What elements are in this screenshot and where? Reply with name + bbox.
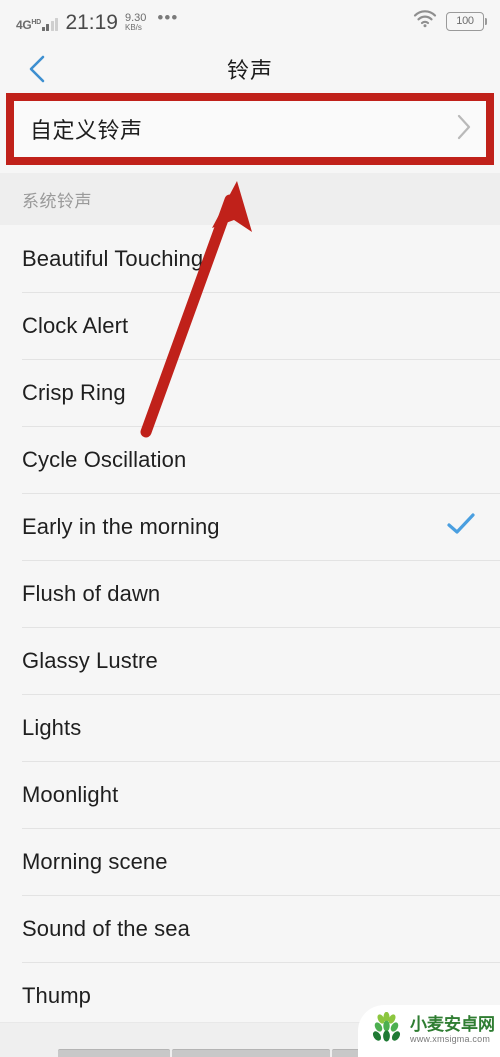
ringtone-name: Beautiful Touching <box>22 245 204 271</box>
status-clock: 21:19 <box>65 10 118 34</box>
ringtone-list: Beautiful Touching Clock Alert Crisp Ring C… <box>0 225 500 1029</box>
ringtone-row[interactable]: Lights <box>0 694 500 761</box>
nav-bar-segment-left[interactable] <box>58 1049 170 1057</box>
checkmark-icon <box>446 512 476 541</box>
ringtone-row[interactable]: Crisp Ring <box>0 359 500 426</box>
ringtone-row[interactable]: Sound of the sea <box>0 895 500 962</box>
ringtone-name: Cycle Oscillation <box>22 446 187 472</box>
ringtone-row[interactable]: Beautiful Touching <box>0 225 500 292</box>
ringtone-row[interactable]: Cycle Oscillation <box>0 426 500 493</box>
more-icon: ••• <box>157 7 179 27</box>
ringtone-row[interactable]: Glassy Lustre <box>0 627 500 694</box>
network-type-label: 4GHD <box>16 17 41 32</box>
ringtone-name: Moonlight <box>22 781 119 807</box>
phone-screen: 4GHD 21:19 9.30 KB/s ••• 100 铃声 自定义铃声 系统… <box>0 0 500 1057</box>
status-bar: 4GHD 21:19 9.30 KB/s ••• 100 <box>0 0 500 42</box>
ringtone-name: Sound of the sea <box>22 915 190 941</box>
site-watermark: 小麦安卓网 www.xmsigma.com <box>358 1005 500 1057</box>
ringtone-row[interactable]: Moonlight <box>0 761 500 828</box>
battery-icon: 100 <box>446 11 487 31</box>
data-speed-unit: KB/s <box>125 23 142 33</box>
ringtone-name: Early in the morning <box>22 513 220 539</box>
title-bar: 铃声 <box>0 42 500 94</box>
data-speed-indicator: 9.30 KB/s <box>125 12 146 33</box>
ringtone-row[interactable]: Morning scene <box>0 828 500 895</box>
ringtone-name: Flush of dawn <box>22 580 161 606</box>
ringtone-name: Glassy Lustre <box>22 647 158 673</box>
watermark-url: www.xmsigma.com <box>410 1034 491 1045</box>
ringtone-row[interactable]: Clock Alert <box>0 292 500 359</box>
watermark-title: 小麦安卓网 <box>410 1015 495 1036</box>
ringtone-name: Thump <box>22 982 91 1008</box>
wifi-icon <box>412 9 438 33</box>
signal-strength-icon <box>41 17 59 31</box>
ringtone-name: Clock Alert <box>22 312 129 338</box>
ringtone-row[interactable]: Flush of dawn <box>0 560 500 627</box>
custom-ringtone-row[interactable]: 自定义铃声 <box>14 101 486 157</box>
ringtone-row[interactable]: Early in the morning <box>0 493 500 560</box>
custom-ringtone-label: 自定义铃声 <box>30 119 143 144</box>
wheat-logo-icon <box>370 1011 404 1051</box>
section-header-system-ringtones: 系统铃声 <box>0 173 500 225</box>
ringtone-name: Crisp Ring <box>22 379 126 405</box>
section-header-label: 系统铃声 <box>22 191 92 212</box>
ringtone-name: Lights <box>22 714 82 740</box>
nav-bar-segment-center[interactable] <box>172 1049 330 1057</box>
chevron-right-icon <box>456 113 472 146</box>
battery-percent-label: 100 <box>456 15 474 27</box>
network-indicator: 4GHD <box>16 17 59 32</box>
page-title: 铃声 <box>226 59 273 84</box>
highlight-rectangle: 自定义铃声 <box>6 93 494 165</box>
ringtone-name: Morning scene <box>22 848 168 874</box>
